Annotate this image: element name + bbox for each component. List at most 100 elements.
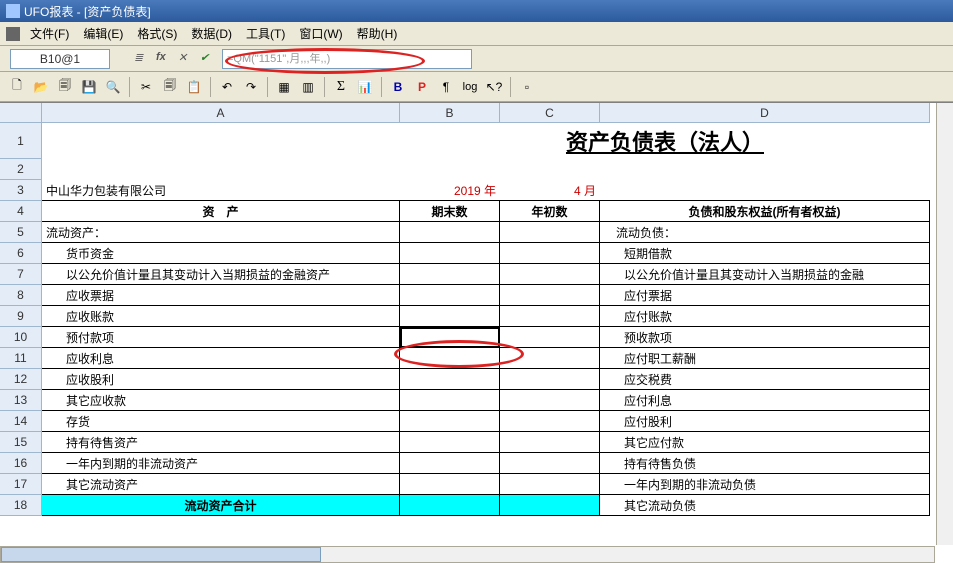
log-button[interactable]: log [459, 76, 481, 98]
spreadsheet-area[interactable]: A B C D 1 资产负债表（法人） 2 3 中山华力包装有限公司 2019 … [0, 102, 953, 544]
selected-cell[interactable] [400, 327, 500, 348]
properties-button[interactable]: 🗐 [54, 76, 76, 98]
cell[interactable] [500, 432, 600, 453]
horizontal-scrollbar[interactable] [0, 546, 935, 563]
cell[interactable]: 存货 [42, 411, 400, 432]
cell[interactable]: 短期借款 [600, 243, 930, 264]
preview-button[interactable]: 🔍 [102, 76, 124, 98]
vertical-scrollbar[interactable] [936, 103, 953, 545]
copy-button[interactable]: 🗐 [159, 76, 181, 98]
cell[interactable]: 以公允价值计量且其变动计入当期损益的金融资产 [42, 264, 400, 285]
cell[interactable] [400, 222, 500, 243]
cell[interactable]: 应付股利 [600, 411, 930, 432]
insert-col-button[interactable]: ▥ [297, 76, 319, 98]
cell[interactable] [500, 495, 600, 516]
row-header[interactable]: 2 [0, 159, 42, 180]
new-button[interactable]: 🗋 [6, 76, 28, 98]
cell[interactable]: 应付职工薪酬 [600, 348, 930, 369]
select-all-corner[interactable] [0, 103, 42, 123]
cell[interactable]: 持有待售资产 [42, 432, 400, 453]
cell[interactable] [42, 159, 400, 180]
row-header[interactable]: 9 [0, 306, 42, 327]
cell[interactable]: 应收账款 [42, 306, 400, 327]
cell[interactable] [600, 159, 930, 180]
cell[interactable]: 货币资金 [42, 243, 400, 264]
cell[interactable] [500, 243, 600, 264]
cell[interactable] [500, 369, 600, 390]
bold-button[interactable]: B [387, 76, 409, 98]
chart-button[interactable]: 📊 [354, 76, 376, 98]
cell[interactable]: 流动资产： [42, 222, 400, 243]
open-button[interactable]: 📂 [30, 76, 52, 98]
formula-input[interactable]: =QM("1151",月,,,年,,) [222, 49, 472, 69]
row-header[interactable]: 10 [0, 327, 42, 348]
header-asset[interactable]: 资 产 [42, 201, 400, 222]
header-end[interactable]: 期末数 [400, 201, 500, 222]
cell[interactable] [500, 222, 600, 243]
cell[interactable]: 应付利息 [600, 390, 930, 411]
insert-row-button[interactable]: ▦ [273, 76, 295, 98]
cell[interactable] [500, 411, 600, 432]
cell[interactable] [400, 159, 500, 180]
cell[interactable] [500, 474, 600, 495]
cell[interactable] [500, 306, 600, 327]
cell[interactable] [600, 180, 930, 201]
row-header[interactable]: 3 [0, 180, 42, 201]
cell[interactable] [400, 264, 500, 285]
cell-reference-box[interactable]: B10@1 [10, 49, 110, 69]
cell[interactable]: 应收股利 [42, 369, 400, 390]
row-header[interactable]: 14 [0, 411, 42, 432]
cancel-icon[interactable]: ✕ [178, 51, 194, 67]
confirm-icon[interactable]: ✔ [200, 51, 216, 67]
cell[interactable] [400, 390, 500, 411]
row-header[interactable]: 13 [0, 390, 42, 411]
cell[interactable]: 持有待售负债 [600, 453, 930, 474]
row-header[interactable]: 17 [0, 474, 42, 495]
menu-tools[interactable]: 工具(T) [240, 23, 291, 44]
cell[interactable] [42, 123, 400, 159]
cell[interactable] [400, 474, 500, 495]
cut-button[interactable]: ✂ [135, 76, 157, 98]
cell[interactable] [400, 348, 500, 369]
cell[interactable]: 以公允价值计量且其变动计入当期损益的金融 [600, 264, 930, 285]
redo-button[interactable]: ↷ [240, 76, 262, 98]
cell[interactable]: 应交税费 [600, 369, 930, 390]
cell[interactable] [500, 348, 600, 369]
sheet-title[interactable]: 资产负债表（法人） [400, 123, 930, 159]
paste-button[interactable]: 📋 [183, 76, 205, 98]
company-name[interactable]: 中山华力包装有限公司 [42, 180, 400, 201]
cell[interactable] [400, 243, 500, 264]
menu-format[interactable]: 格式(S) [131, 23, 183, 44]
row-header[interactable]: 6 [0, 243, 42, 264]
cell[interactable]: 其它应付款 [600, 432, 930, 453]
col-header-c[interactable]: C [500, 103, 600, 123]
col-header-d[interactable]: D [600, 103, 930, 123]
row-header[interactable]: 18 [0, 495, 42, 516]
cell[interactable] [400, 495, 500, 516]
row-header[interactable]: 7 [0, 264, 42, 285]
cell[interactable]: 其它应收款 [42, 390, 400, 411]
menu-edit[interactable]: 编辑(E) [77, 23, 129, 44]
menu-help[interactable]: 帮助(H) [351, 23, 404, 44]
year-label[interactable]: 2019 年 [400, 180, 500, 201]
paragraph-button[interactable]: ¶ [435, 76, 457, 98]
cell[interactable]: 一年内到期的非流动资产 [42, 453, 400, 474]
cell[interactable]: 预收款项 [600, 327, 930, 348]
month-label[interactable]: 4 月 [500, 180, 600, 201]
cell[interactable]: 应付票据 [600, 285, 930, 306]
function-icon[interactable]: ≣ [134, 51, 150, 67]
row-header[interactable]: 12 [0, 369, 42, 390]
cell[interactable]: 一年内到期的非流动负债 [600, 474, 930, 495]
header-liab[interactable]: 负债和股东权益(所有者权益) [600, 201, 930, 222]
row-header[interactable]: 8 [0, 285, 42, 306]
row-header[interactable]: 5 [0, 222, 42, 243]
cell[interactable] [500, 390, 600, 411]
cell[interactable] [500, 453, 600, 474]
cell[interactable] [400, 306, 500, 327]
cell[interactable]: 应收利息 [42, 348, 400, 369]
cell[interactable] [400, 411, 500, 432]
row-header[interactable]: 15 [0, 432, 42, 453]
cell[interactable] [400, 285, 500, 306]
cell[interactable]: 其它流动资产 [42, 474, 400, 495]
subtotal-cell[interactable]: 流动资产合计 [42, 495, 400, 516]
